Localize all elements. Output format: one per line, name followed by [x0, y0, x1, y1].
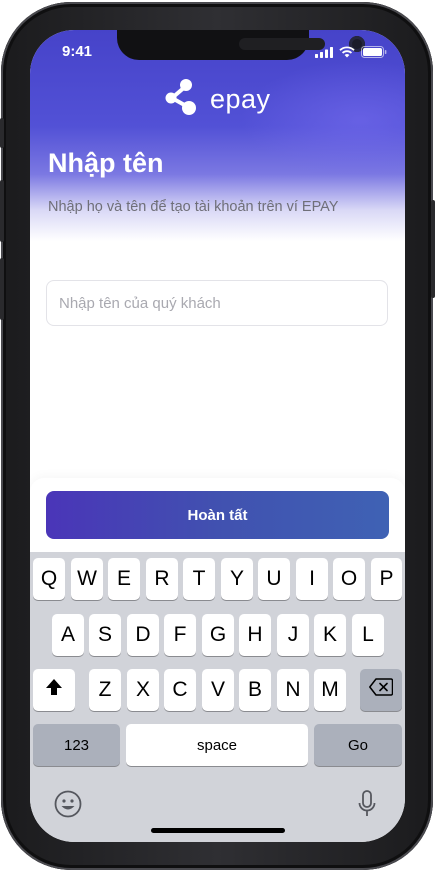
page-title: Nhập tên	[48, 148, 164, 178]
shift-key[interactable]	[33, 669, 75, 711]
battery-icon	[361, 45, 387, 63]
key-s[interactable]: S	[89, 614, 121, 656]
key-o[interactable]: O	[333, 558, 365, 600]
key-b[interactable]: B	[239, 669, 271, 711]
key-y[interactable]: Y	[221, 558, 253, 600]
key-i[interactable]: I	[296, 558, 328, 600]
key-p[interactable]: P	[371, 558, 402, 600]
wifi-icon	[339, 45, 355, 63]
finish-button[interactable]: Hoàn tất	[46, 491, 389, 539]
notch	[117, 30, 365, 60]
key-u[interactable]: U	[258, 558, 290, 600]
key-h[interactable]: H	[239, 614, 271, 656]
microphone-icon[interactable]	[358, 790, 376, 823]
key-z[interactable]: Z	[89, 669, 121, 711]
volume-down-button	[0, 258, 4, 320]
key-j[interactable]: J	[277, 614, 309, 656]
space-key[interactable]: space	[126, 724, 308, 766]
key-f[interactable]: F	[164, 614, 196, 656]
key-k[interactable]: K	[314, 614, 346, 656]
key-m[interactable]: M	[314, 669, 346, 711]
shift-icon	[44, 677, 64, 703]
emoji-icon[interactable]	[54, 790, 82, 823]
key-q[interactable]: Q	[33, 558, 65, 600]
status-icons	[315, 45, 387, 63]
volume-up-button	[0, 180, 4, 242]
keyboard: Q W E R T Y U I O P A S D F G H J K L Z …	[30, 552, 405, 842]
key-a[interactable]: A	[52, 614, 84, 656]
key-g[interactable]: G	[202, 614, 234, 656]
status-time: 9:41	[62, 43, 93, 60]
go-key[interactable]: Go	[314, 724, 402, 766]
key-x[interactable]: X	[127, 669, 159, 711]
key-e[interactable]: E	[108, 558, 140, 600]
key-t[interactable]: T	[183, 558, 215, 600]
backspace-key[interactable]	[360, 669, 402, 711]
page-subtitle: Nhập họ và tên để tạo tài khoản trên ví …	[48, 199, 339, 215]
key-l[interactable]: L	[352, 614, 384, 656]
key-v[interactable]: V	[202, 669, 234, 711]
epay-logo-icon	[162, 78, 202, 121]
cellular-signal-icon	[315, 45, 333, 63]
speaker	[239, 38, 325, 50]
power-button	[431, 200, 435, 298]
numbers-key[interactable]: 123	[33, 724, 120, 766]
key-r[interactable]: R	[146, 558, 178, 600]
brand-name: epay	[210, 84, 271, 114]
name-input[interactable]	[46, 280, 388, 326]
key-w[interactable]: W	[71, 558, 103, 600]
key-n[interactable]: N	[277, 669, 309, 711]
backspace-icon	[369, 678, 394, 702]
app-screen: 9:41 epay Nhập tên Nhập họ và tên để tạo…	[30, 30, 405, 842]
epay-logo: epay	[162, 78, 271, 121]
key-d[interactable]: D	[127, 614, 159, 656]
silent-switch	[0, 118, 4, 148]
home-indicator	[151, 828, 285, 833]
action-panel: Hoàn tất	[30, 478, 405, 558]
key-c[interactable]: C	[164, 669, 196, 711]
